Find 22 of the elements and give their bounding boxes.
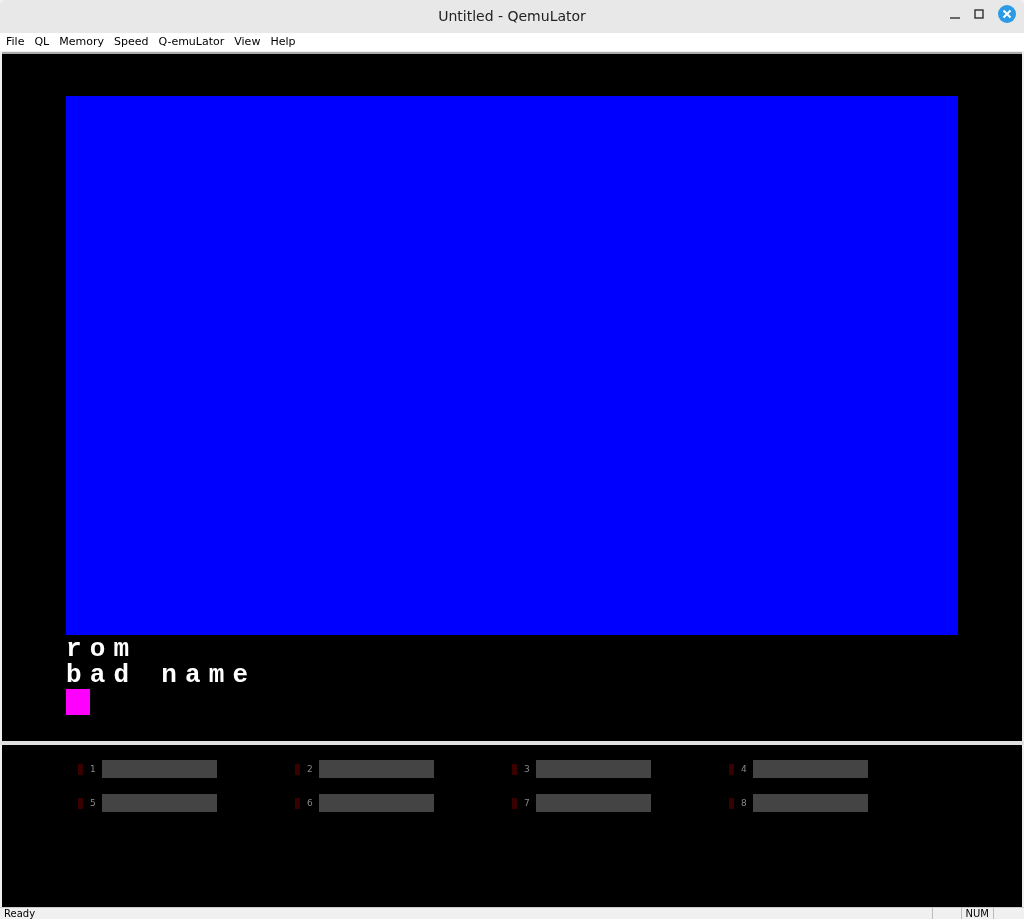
window-title: Untitled - QemuLator: [438, 8, 586, 25]
status-text: Ready: [3, 908, 37, 919]
console-text: bad name: [66, 661, 257, 688]
drive-number: 5: [90, 798, 97, 809]
status-indicator: NUM: [960, 908, 993, 919]
drive-number: 6: [307, 798, 314, 809]
menu-item[interactable]: Memory: [59, 35, 104, 49]
maximize-icon[interactable]: [974, 9, 984, 19]
console-text: rom: [66, 635, 138, 662]
menu-item[interactable]: File: [6, 35, 25, 49]
close-icon[interactable]: [998, 5, 1016, 23]
menu-item[interactable]: View: [234, 35, 261, 49]
menu-item[interactable]: Q-emuLator: [158, 35, 225, 49]
drive-number: 7: [524, 798, 531, 809]
menu-item[interactable]: QL: [34, 35, 50, 49]
drive-number: 1: [90, 764, 97, 775]
menu-item[interactable]: Help: [270, 35, 296, 49]
drive-number: 8: [741, 798, 748, 809]
drive-number: 4: [741, 764, 748, 775]
menu-item[interactable]: Speed: [113, 35, 149, 49]
drive-number: 2: [307, 764, 314, 775]
drive-number: 3: [524, 764, 531, 775]
